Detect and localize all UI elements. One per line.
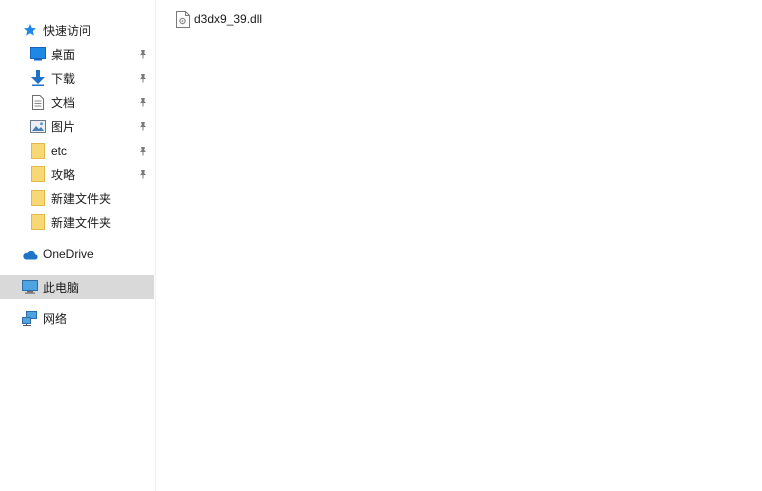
download-arrow-icon xyxy=(30,70,46,86)
navigation-pane: 快速访问 桌面 下载 文档 图片 etc 攻略 新建文件夹 新建文件夹 OneD… xyxy=(0,0,156,491)
pin-icon[interactable] xyxy=(136,167,150,181)
file-name: d3dx9_39.dll xyxy=(194,12,263,26)
nav-item-desktop[interactable]: 桌面 xyxy=(0,42,154,66)
nav-item-label: 攻略 xyxy=(51,167,76,182)
nav-item-label: 文档 xyxy=(51,95,76,110)
nav-item-label: 下载 xyxy=(51,71,76,86)
nav-item-documents[interactable]: 文档 xyxy=(0,90,154,114)
nav-item-downloads[interactable]: 下载 xyxy=(0,66,154,90)
nav-item-network[interactable]: 网络 xyxy=(0,306,154,330)
file-item[interactable]: d3dx9_39.dll xyxy=(176,9,262,29)
nav-item-label: 新建文件夹 xyxy=(51,215,112,230)
nav-item-folder-guides[interactable]: 攻略 xyxy=(0,162,154,186)
cloud-icon xyxy=(22,246,38,262)
desktop-icon xyxy=(30,46,46,62)
pin-icon[interactable] xyxy=(136,144,150,158)
folder-icon xyxy=(30,214,46,230)
star-icon xyxy=(22,22,38,38)
nav-item-label: 网络 xyxy=(43,311,68,326)
nav-item-onedrive[interactable]: OneDrive xyxy=(0,242,154,266)
nav-item-label: 此电脑 xyxy=(43,280,80,295)
computer-icon xyxy=(22,279,38,295)
nav-item-label: 桌面 xyxy=(51,47,76,62)
nav-item-label: 新建文件夹 xyxy=(51,191,112,206)
picture-icon xyxy=(30,118,46,134)
document-icon xyxy=(30,94,46,110)
folder-icon xyxy=(30,190,46,206)
nav-item-new-folder-2[interactable]: 新建文件夹 xyxy=(0,210,154,234)
nav-quick-access-label: 快速访问 xyxy=(43,23,92,38)
pin-icon[interactable] xyxy=(136,119,150,133)
folder-icon xyxy=(30,143,46,159)
nav-item-this-pc[interactable]: 此电脑 xyxy=(0,275,154,299)
pin-icon[interactable] xyxy=(136,71,150,85)
pin-icon[interactable] xyxy=(136,47,150,61)
nav-item-label: etc xyxy=(51,144,68,158)
nav-item-folder-etc[interactable]: etc xyxy=(0,139,154,163)
nav-item-label: 图片 xyxy=(51,119,76,134)
network-icon xyxy=(22,310,38,326)
nav-item-pictures[interactable]: 图片 xyxy=(0,114,154,138)
pin-icon[interactable] xyxy=(136,95,150,109)
nav-item-new-folder-1[interactable]: 新建文件夹 xyxy=(0,186,154,210)
dll-file-icon xyxy=(176,10,190,28)
nav-item-label: OneDrive xyxy=(43,247,94,261)
file-explorer-window: 快速访问 桌面 下载 文档 图片 etc 攻略 新建文件夹 新建文件夹 OneD… xyxy=(0,0,762,491)
folder-icon xyxy=(30,166,46,182)
file-list-pane[interactable]: d3dx9_39.dll xyxy=(156,0,762,491)
nav-quick-access[interactable]: 快速访问 xyxy=(0,18,154,42)
